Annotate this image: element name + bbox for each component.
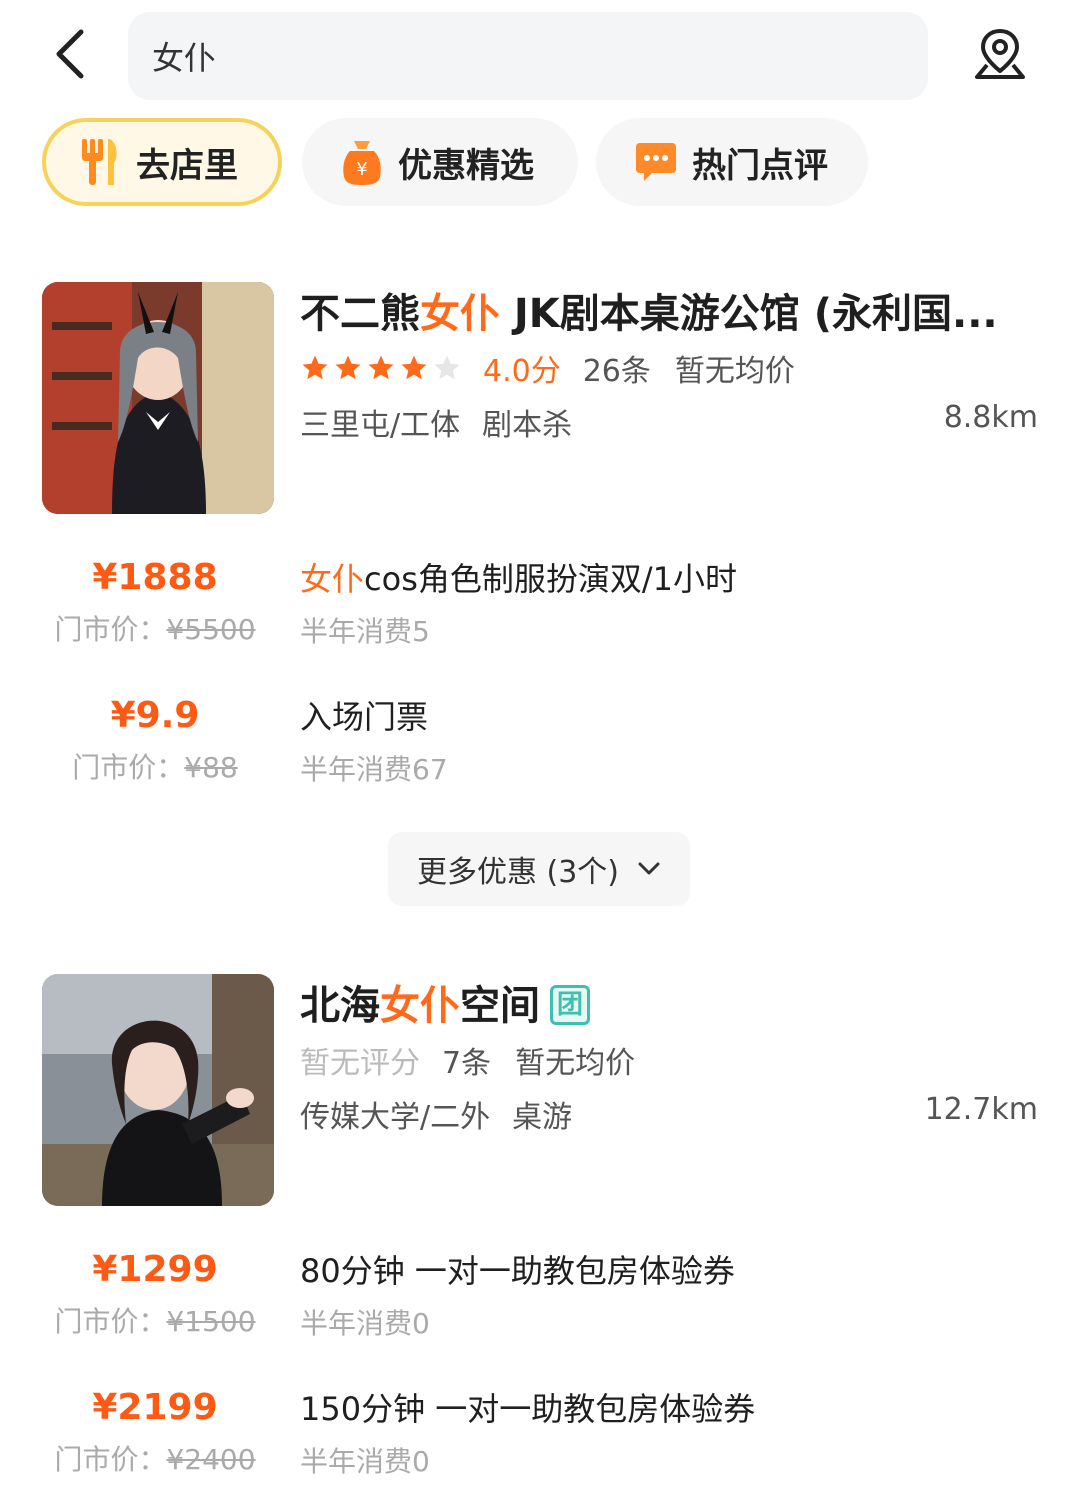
orig-price-value: ¥1500 [166,1305,256,1338]
deal-price: ¥9.9 [110,695,200,736]
chip-label: 优惠精选 [398,145,534,186]
shop-distance: 8.8km [943,400,1038,435]
shop-distance: 12.7km [924,1092,1038,1127]
rating-score: 4.0分 [483,354,561,389]
svg-text:¥: ¥ [356,159,367,180]
rating-row: 暂无评分 7条 暂无均价 [300,1040,636,1081]
orig-price-label: 门市价： [54,1443,167,1476]
chip-label: 去店里 [136,145,238,186]
avg-price: 暂无均价 [515,1046,636,1081]
search-input[interactable] [152,37,892,75]
deal-item[interactable]: ¥1888 门市价：¥5500 女仆cos角色制服扮演双/1小时 半年消费5 [0,556,1080,656]
chip-go-to-store[interactable]: 去店里 [42,118,282,206]
shop-name-highlight: 女仆 [380,983,460,1029]
deal-item[interactable]: ¥9.9 门市价：¥88 入场门票 半年消费67 [0,694,1080,794]
star-filled-icon [401,355,427,380]
chip-hot-reviews[interactable]: 热门点评 [596,118,868,206]
group-buy-badge: 团 [550,985,590,1025]
shop-name-suffix: 空间 [460,983,540,1029]
chevron-down-icon [637,861,661,877]
no-rating-text: 暂无评分 [300,1046,420,1081]
more-deals-label: 更多优惠 (3个) [416,855,620,890]
shop-category: 剧本杀 [482,408,573,443]
star-filled-icon [368,355,394,380]
shop-name[interactable]: 不二熊女仆 JK剧本桌游公馆 (永利国... [300,286,1040,342]
deal-title: 入场门票 [300,698,429,736]
deal-original-price: 门市价：¥2400 [40,1438,270,1478]
location-button[interactable] [966,22,1034,86]
review-count: 26条 [582,354,651,389]
back-button[interactable] [40,22,100,86]
review-count: 7条 [442,1046,492,1081]
deal-title-highlight: 女仆 [300,560,365,598]
search-box[interactable] [128,12,928,100]
orig-price-label: 门市价： [72,751,185,784]
deal-title: 80分钟 一对一助教包房体验券 [300,1252,735,1290]
deal-sales: 半年消费0 [300,1307,430,1340]
deal-title-text: cos角色制服扮演双/1小时 [364,560,738,598]
chevron-left-icon [56,29,84,79]
area-row: 三里屯/工体 剧本杀 [300,400,572,444]
shop-area: 传媒大学/二外 [300,1100,491,1135]
deal-price: ¥1299 [92,1249,218,1290]
star-filled-icon [302,355,328,380]
deal-original-price: 门市价：¥88 [40,746,270,786]
shop-category: 桌游 [512,1100,573,1135]
coupon-bag-icon: ¥ [343,141,381,185]
shop-name-prefix: 北海 [300,983,380,1029]
orig-price-value: ¥5500 [166,613,256,646]
shop-area: 三里屯/工体 [300,408,461,443]
filter-chips: 去店里 ¥ 优惠精选 热门点评 [0,118,1080,208]
avg-price: 暂无均价 [674,354,795,389]
star-rating [300,353,465,383]
star-empty-icon [434,355,460,380]
shop-name[interactable]: 北海女仆空间团 [300,978,1040,1034]
top-bar [0,0,1080,110]
shop-name-prefix: 不二熊 [300,291,420,337]
deal-original-price: 门市价：¥5500 [40,608,270,648]
shop-thumbnail[interactable] [42,282,274,514]
orig-price-value: ¥88 [184,751,238,784]
orig-price-label: 门市价： [54,613,167,646]
deal-price: ¥1888 [92,557,218,598]
deal-original-price: 门市价：¥1500 [40,1300,270,1340]
map-pin-icon [975,29,1025,79]
orig-price-value: ¥2400 [166,1443,256,1476]
deal-sales: 半年消费67 [300,753,448,786]
rating-row: 4.0分 26条 暂无均价 [300,348,795,389]
deal-title: 150分钟 一对一助教包房体验券 [300,1390,756,1428]
deal-item[interactable]: ¥1299 门市价：¥1500 80分钟 一对一助教包房体验券 半年消费0 [0,1248,1080,1348]
shop-name-suffix: JK剧本桌游公馆 (永利国... [500,291,998,337]
shop-thumbnail[interactable] [42,974,274,1206]
chip-deals[interactable]: ¥ 优惠精选 [302,118,578,206]
fork-knife-icon [82,139,117,185]
deal-sales: 半年消费0 [300,1445,430,1478]
more-deals-button[interactable]: 更多优惠 (3个) [388,832,690,906]
orig-price-label: 门市价： [54,1305,167,1338]
star-filled-icon [335,355,361,380]
chat-bubble-icon [636,143,676,181]
deal-price: ¥2199 [92,1387,218,1428]
shop-name-highlight: 女仆 [420,291,500,337]
deal-title: 女仆cos角色制服扮演双/1小时 [300,558,737,600]
deal-item[interactable]: ¥2199 门市价：¥2400 150分钟 一对一助教包房体验券 半年消费0 [0,1386,1080,1486]
deal-sales: 半年消费5 [300,615,430,648]
chip-label: 热门点评 [692,145,828,186]
area-row: 传媒大学/二外 桌游 [300,1092,572,1136]
